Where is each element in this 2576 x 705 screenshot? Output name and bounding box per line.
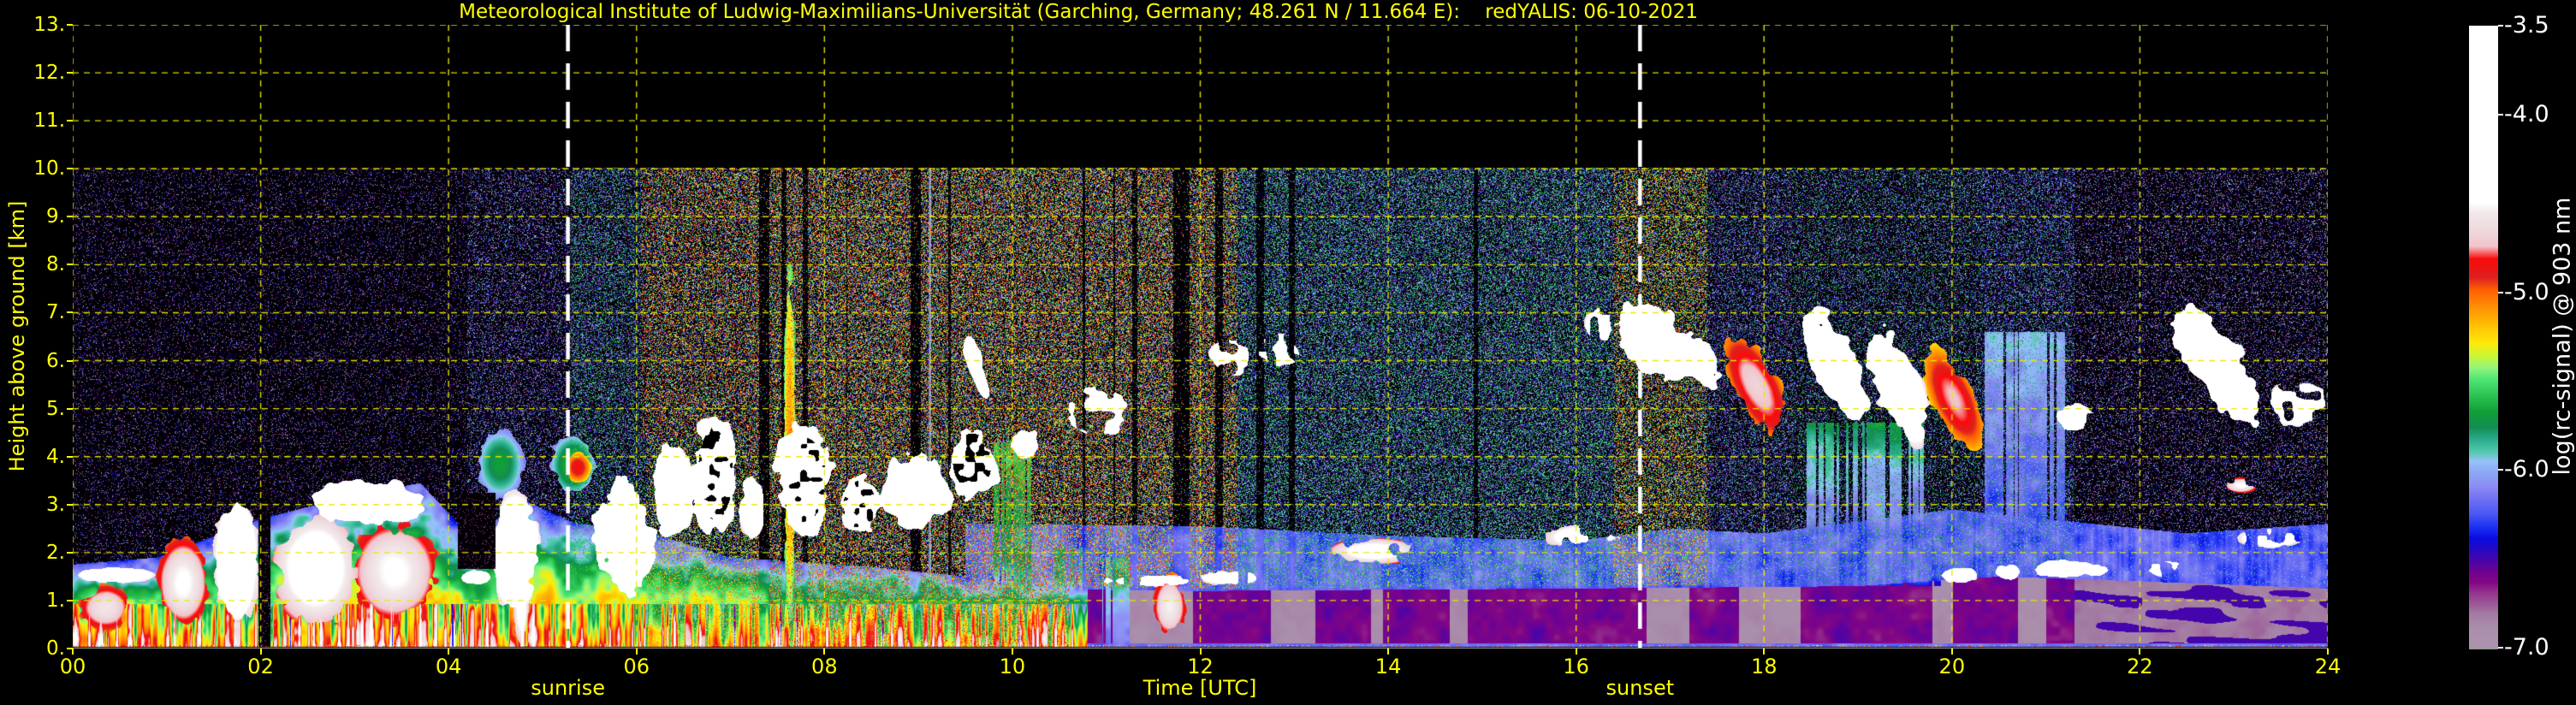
x-tick-mark [1387,649,1390,655]
y-tick-label: 8. [46,253,65,276]
y-tick-mark [67,359,73,362]
x-tick-mark [1575,649,1577,655]
y-tick-label: 2. [46,541,65,564]
y-tick-mark [67,120,73,122]
x-tick-label: 14 [1374,655,1402,678]
x-tick-mark [1199,649,1202,655]
page-title: Meteorological Institute of Ludwig-Maxim… [459,1,1698,23]
x-tick-label: 12 [1187,655,1214,678]
x-tick-label: 00 [59,655,86,678]
colorbar-label: log(rc-signal) @ 903 nm [2549,197,2576,476]
x-tick-mark [1011,649,1013,655]
colorbar-tick-mark [2498,113,2503,116]
sunset-label: sunset [1606,676,1675,700]
x-tick-label: 24 [2314,655,2342,678]
x-tick-mark [1950,649,1953,655]
y-tick-label: 3. [46,493,65,516]
x-tick-mark [259,649,262,655]
y-tick-label: 4. [46,445,65,468]
y-tick-label: 12. [33,62,65,85]
x-tick-label: 10 [999,655,1026,678]
y-tick-label: 7. [46,301,65,324]
colorbar-tick-label: -6.0 [2504,456,2549,483]
x-tick-mark [2327,649,2329,655]
x-tick-mark [635,649,638,655]
figure: Meteorological Institute of Ludwig-Maxim… [0,0,2576,705]
x-axis-label: Time [UTC] [1143,676,1257,700]
x-tick-label: 22 [2127,655,2153,678]
y-tick-mark [67,455,73,458]
y-axis-label: Height above ground [km] [5,200,29,472]
y-tick-mark [67,72,73,74]
x-tick-mark [448,649,450,655]
y-tick-mark [67,24,73,26]
y-tick-label: 13. [33,14,65,36]
y-tick-mark [67,216,73,218]
x-tick-label: 02 [247,655,274,678]
y-tick-mark [67,407,73,410]
colorbar-tick-label: -7.0 [2504,634,2549,661]
colorbar-tick-label: -5.0 [2504,278,2549,305]
y-tick-mark [67,551,73,554]
x-tick-label: 06 [623,655,650,678]
heatmap-canvas [73,25,2328,649]
colorbar-tick-mark [2498,469,2503,471]
y-tick-label: 1. [46,589,65,612]
sunrise-label: sunrise [531,676,605,700]
colorbar [2469,26,2498,649]
x-tick-mark [2139,649,2141,655]
y-tick-label: 6. [46,349,65,372]
y-tick-mark [67,311,73,314]
y-tick-mark [67,168,73,170]
y-tick-label: 11. [33,110,65,133]
x-tick-label: 18 [1750,655,1778,678]
x-tick-mark [72,649,74,655]
x-tick-label: 08 [811,655,838,678]
y-tick-label: 5. [46,397,65,420]
x-tick-label: 16 [1563,655,1589,678]
y-tick-label: 10. [33,157,65,181]
colorbar-tick-label: -4.0 [2504,100,2549,127]
colorbar-tick-label: -3.5 [2504,12,2549,39]
x-tick-label: 04 [435,655,462,678]
y-tick-mark [67,503,73,506]
y-tick-mark [67,264,73,266]
y-tick-label: 9. [46,205,65,228]
x-tick-mark [823,649,826,655]
x-tick-mark [1763,649,1766,655]
x-tick-label: 20 [1938,655,1966,678]
y-tick-mark [67,599,73,601]
colorbar-tick-mark [2498,291,2503,293]
colorbar-tick-mark [2498,25,2503,27]
colorbar-tick-mark [2498,647,2503,649]
